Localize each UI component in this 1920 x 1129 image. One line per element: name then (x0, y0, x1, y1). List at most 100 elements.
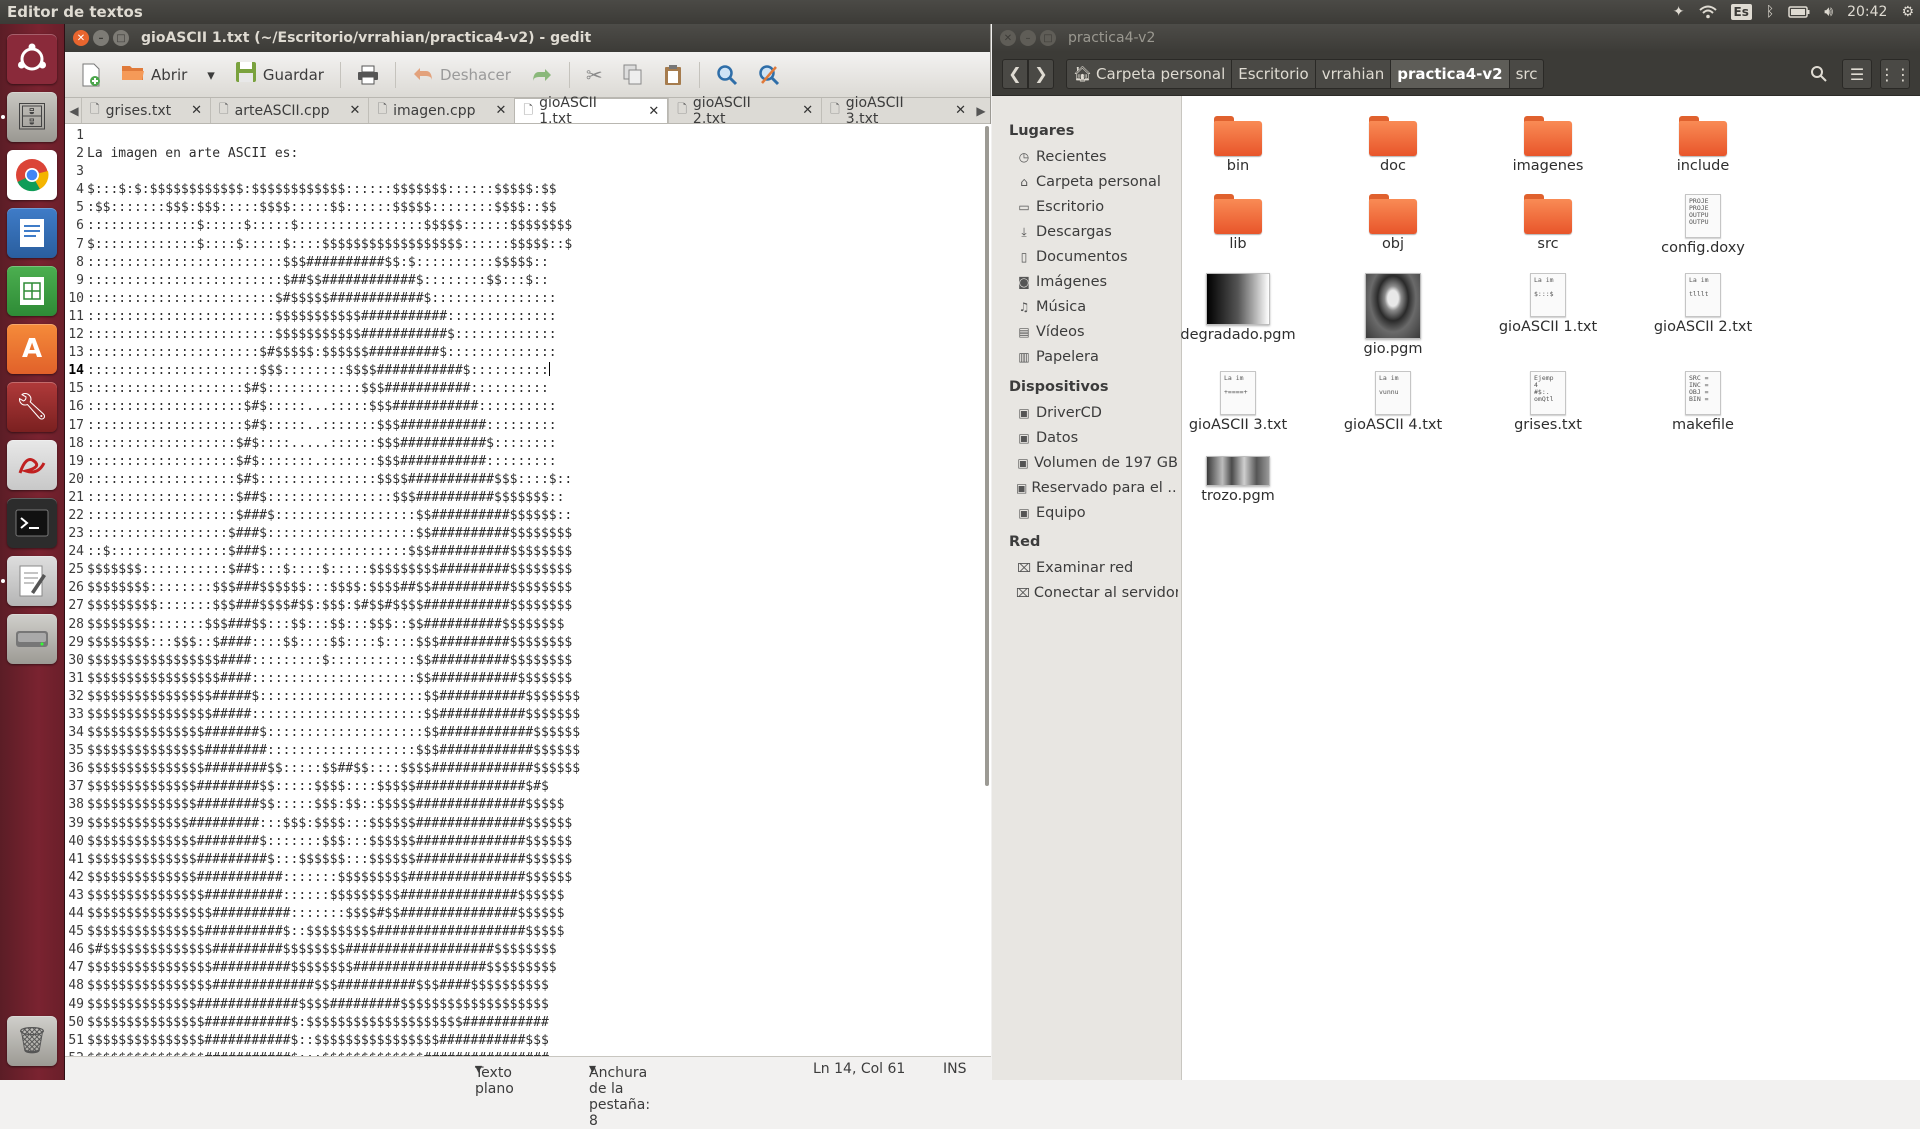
text-line[interactable]: 15::::::::::::::::::::$#$::::::::::::$$$… (65, 380, 975, 398)
document-viewer-icon[interactable] (7, 440, 57, 490)
paste-button[interactable] (655, 60, 691, 90)
sidebar-item-volumen-de-197-gb[interactable]: ▣ Volumen de 197 GB (1016, 455, 1178, 471)
back-button[interactable]: ❮ (1002, 58, 1028, 89)
text-line[interactable]: 30 $$$$$$$$$$$$$$$$$####:::::::::$:::::::… (65, 652, 975, 670)
text-line[interactable]: 48 $$$$$$$$$$$$$$$$#############$$$######… (65, 977, 975, 995)
chrome-icon[interactable] (7, 150, 57, 200)
close-window-icon[interactable]: ✕ (73, 30, 89, 46)
text-line[interactable]: 26 $$$$$$$$::::::::$$$###$$$$$$:::$$$$:$$… (65, 579, 975, 597)
maximize-window-icon[interactable]: □ (1040, 30, 1056, 46)
dropbox-icon[interactable]: ✦ (1673, 4, 1685, 20)
text-line[interactable]: 27 $$$$$$$$$:::::::$$$###$$$$#$$:$$$:$#$$… (65, 597, 975, 615)
minimize-window-icon[interactable]: – (1020, 30, 1036, 46)
file-item-gioascii-1-txt[interactable]: La im $:::$ gioASCII 1.txt (1478, 273, 1618, 335)
search-icon[interactable] (1804, 59, 1834, 89)
system-settings-icon[interactable]: 🔧︎ (7, 382, 57, 432)
find-replace-button[interactable] (750, 60, 788, 90)
file-item-obj[interactable]: obj (1323, 194, 1463, 252)
text-line[interactable]: 24::$:::::::::::::::$###$:::::::::::::::… (65, 543, 975, 561)
text-line[interactable]: 38 $$$$$$$$$$$$$$########$$:::::$$$:$$::$… (65, 796, 975, 814)
writer-icon[interactable] (7, 208, 57, 258)
text-line[interactable]: 49 $$$$$$$$$$$$$$#############$$$$#######… (65, 996, 975, 1014)
sidebar-item-datos[interactable]: ▣ Datos (1016, 430, 1178, 446)
maximize-window-icon[interactable]: □ (113, 30, 129, 46)
new-document-button[interactable] (73, 59, 109, 91)
breadcrumb-home[interactable]: 🏠︎ Carpeta personal (1066, 58, 1233, 89)
close-tab-icon[interactable]: ✕ (350, 103, 361, 118)
text-line[interactable]: 16::::::::::::::::::::$#$:::::...:::::$$… (65, 398, 975, 416)
text-line[interactable]: 32 $$$$$$$$$$$$$$$$#####$::::::::::::::::… (65, 688, 975, 706)
dash-home-icon[interactable] (7, 34, 57, 84)
text-line[interactable]: 39 $$$$$$$$$$$$$#########:::$$$:$$$$:::$$… (65, 815, 975, 833)
text-line[interactable]: 29 $$$$$$$$:::$$$::$####::::$$::::$$::::$… (65, 634, 975, 652)
software-center-icon[interactable]: A (7, 324, 57, 374)
text-line[interactable]: 3 (65, 163, 975, 181)
file-item-gioascii-4-txt[interactable]: La im vunnu gioASCII 4.txt (1323, 371, 1463, 433)
text-line[interactable]: 28 $$$$$$$$:::::::$$$###$$:::$$:::$$:::$$… (65, 616, 975, 634)
open-button[interactable]: Abrir (113, 58, 195, 91)
text-line[interactable]: 2 La imagen en arte ASCII es: (65, 145, 975, 163)
text-line[interactable]: 34 $$$$$$$$$$$$$$$#######$:::::::::::::::… (65, 724, 975, 742)
text-line[interactable]: 50 $$$$$$$$$$$$$$$###########$:$$$$$$$$$$… (65, 1014, 975, 1032)
text-line[interactable]: 13::::::::::::::::::::::$#$$$$$:$$$$$$##… (65, 344, 975, 362)
sidebar-item-documentos[interactable]: ▯ Documentos (1016, 249, 1178, 265)
tab-gioascii-2-txt[interactable]: 🗋︎ gioASCII 2.txt ✕ (668, 95, 821, 127)
text-line[interactable]: 5:$$:::::::$$$:$$$:::::$$$$:::::$$::::::… (65, 199, 975, 217)
sidebar-item-examinar-red[interactable]: ⌧ Examinar red (1016, 560, 1178, 576)
text-line[interactable]: 40 $$$$$$$$$$$$$$########$:::::::$$$:::$$… (65, 833, 975, 851)
text-line[interactable]: 17::::::::::::::::::::$#$:::::..:::::::$… (65, 417, 975, 435)
file-item-config-doxy[interactable]: PROJE PROJE OUTPU OUTPU config.doxy (1633, 194, 1773, 256)
text-line[interactable]: 14::::::::::::::::::::::$$$::::::::$$$$#… (65, 362, 975, 380)
tab-imagen-cpp[interactable]: 🗋︎ imagen.cpp ✕ (368, 98, 514, 123)
editor-scrollbar[interactable] (985, 126, 989, 786)
text-line[interactable]: 25 $$$$$$$:::::::::::$##$:::$::::$:::::$$… (65, 561, 975, 579)
text-line[interactable]: 7 $:::::::::::::$::::$:::::$::::$$$$$$$$$… (65, 236, 975, 254)
terminal-icon[interactable] (7, 498, 57, 548)
text-line[interactable]: 45 $$$$$$$$$$$$$$$##########$::$$$$$$$$$#… (65, 923, 975, 941)
file-item-imagenes[interactable]: imagenes (1478, 116, 1618, 174)
file-item-gioascii-3-txt[interactable]: La im +====+ gioASCII 3.txt (1168, 371, 1308, 433)
text-line[interactable]: 33 $$$$$$$$$$$$$$$$#####:::::::::::::::::… (65, 706, 975, 724)
file-item-src[interactable]: src (1478, 194, 1618, 252)
save-button[interactable]: Guardar (227, 57, 332, 92)
close-tab-icon[interactable]: ✕ (648, 104, 659, 119)
sidebar-item-drivercd[interactable]: ▣ DriverCD (1016, 405, 1178, 421)
text-line[interactable]: 36 $$$$$$$$$$$$$$$########$$:::::$$##$$::… (65, 760, 975, 778)
battery-icon[interactable] (1788, 6, 1810, 18)
calc-spreadsheet-icon[interactable] (7, 266, 57, 316)
file-item-doc[interactable]: doc (1323, 116, 1463, 174)
tab-width-selector[interactable]: Anchura de la pestaña: 8 ▾ (589, 1061, 650, 1129)
text-line[interactable]: 22:::::::::::::::::::$###$::::::::::::::… (65, 507, 975, 525)
text-line[interactable]: 11::::::::::::::::::::::::$$$$$$$$$$$###… (65, 308, 975, 326)
bluetooth-icon[interactable]: ᛒ (1766, 4, 1774, 20)
text-line[interactable]: 10::::::::::::::::::::::::$#$$$$$#######… (65, 290, 975, 308)
text-editor-icon[interactable] (7, 556, 57, 606)
file-item-gioascii-2-txt[interactable]: La im tlllt gioASCII 2.txt (1633, 273, 1773, 335)
text-editor-area[interactable]: 1 2 La imagen en arte ASCII es: 3 4 $:::$:$:$… (65, 124, 991, 1056)
tab-grises-txt[interactable]: 🗋︎ grises.txt ✕ (81, 98, 210, 123)
close-tab-icon[interactable]: ✕ (191, 103, 202, 118)
tab-gioascii-3-txt[interactable]: 🗋︎ gioASCII 3.txt ✕ (821, 95, 974, 127)
breadcrumb-escritorio[interactable]: Escritorio (1232, 58, 1316, 89)
language-selector[interactable]: Texto plano ▾ (475, 1061, 514, 1097)
text-line[interactable]: 12::::::::::::::::::::::::$$$$$$$$$$$###… (65, 326, 975, 344)
sidebar-item-imágenes[interactable]: ◙ Imágenes (1016, 274, 1178, 290)
text-line[interactable]: 47 $$$$$$$$$$$$$$$$##########$$$$$$$$####… (65, 959, 975, 977)
trash-icon[interactable]: 🗑︎ (7, 1016, 57, 1066)
text-line[interactable]: 44 $$$$$$$$$$$$$$$$##########:::::::$$$$#… (65, 905, 975, 923)
sidebar-item-papelera[interactable]: ▥ Papelera (1016, 349, 1178, 365)
sidebar-item-conectar-al-servidor[interactable]: ⌧ Conectar al servidor (1016, 585, 1178, 601)
clock[interactable]: 20:42 (1847, 4, 1887, 20)
file-manager-titlebar[interactable]: ✕ – □ practica4-v2 (992, 24, 1920, 52)
text-line[interactable]: 1 (65, 127, 975, 145)
wifi-icon[interactable] (1698, 5, 1717, 19)
file-item-trozo-pgm[interactable]: trozo.pgm (1168, 456, 1308, 504)
search-button[interactable] (708, 60, 746, 90)
sidebar-item-descargas[interactable]: ⤓ Descargas (1016, 224, 1178, 240)
text-line[interactable]: 42 $$$$$$$$$$$$$$###########:::::::$$$$$$… (65, 869, 975, 887)
gedit-titlebar[interactable]: ✕ – □ gioASCII 1.txt (~/Escritorio/vrrah… (65, 24, 990, 52)
text-line[interactable]: 18:::::::::::::::::::$#$::::.....::::::$… (65, 435, 975, 453)
text-line[interactable]: 31 $$$$$$$$$$$$$$$$$####:::::::::::::::::… (65, 670, 975, 688)
text-line[interactable]: 41 $$$$$$$$$$$$$$#########$:::$$$$$$:::$$… (65, 851, 975, 869)
file-item-gio-pgm[interactable]: gio.pgm (1323, 273, 1463, 357)
